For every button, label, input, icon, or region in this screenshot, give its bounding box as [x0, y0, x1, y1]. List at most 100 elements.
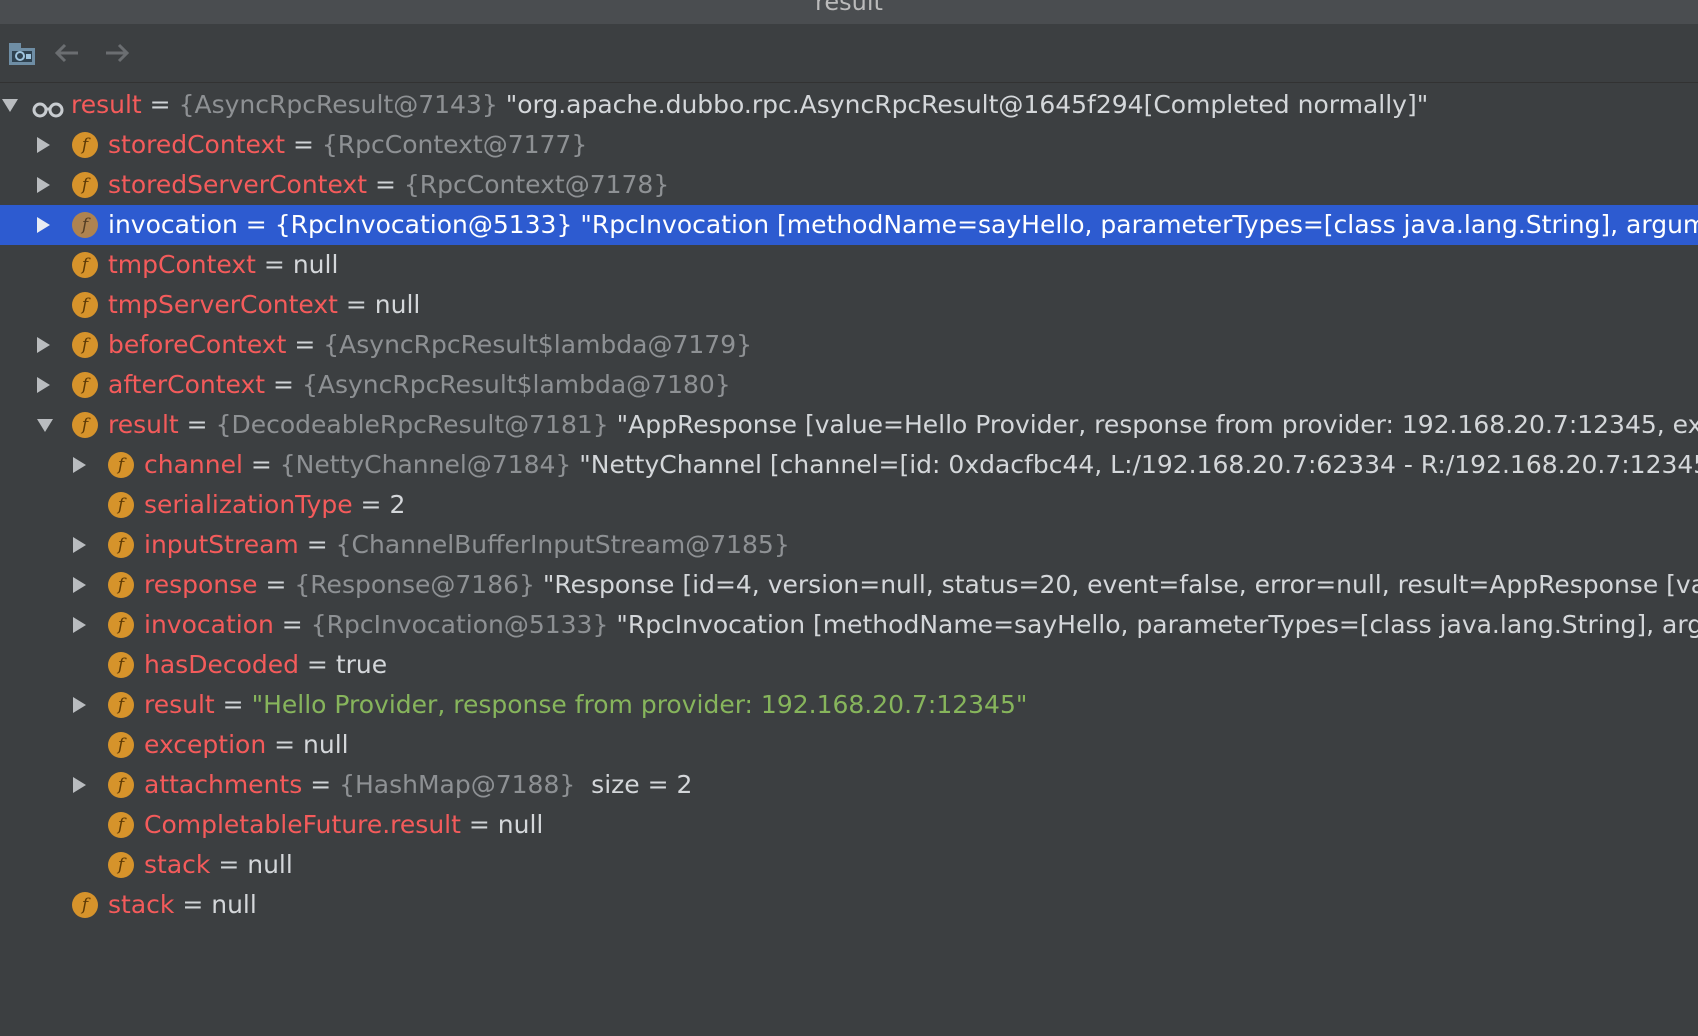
- back-arrow-icon[interactable]: [50, 36, 84, 70]
- field-name: response: [144, 570, 258, 599]
- expand-arrow-icon[interactable]: [67, 565, 91, 605]
- field-icon: f: [72, 132, 98, 158]
- field-type: {NettyChannel@7184}: [279, 450, 572, 479]
- tree-row-completablefuture-result[interactable]: f CompletableFuture.result = null: [0, 805, 1698, 845]
- field-type: {DecodeableRpcResult@7181}: [215, 410, 609, 439]
- field-type: {RpcInvocation@5133}: [274, 210, 573, 239]
- tree-row-stack-nested[interactable]: f stack = null: [0, 845, 1698, 885]
- watch-glasses-icon: [31, 93, 65, 118]
- collapse-arrow-icon[interactable]: [33, 405, 57, 445]
- field-name: CompletableFuture.result: [144, 810, 461, 839]
- expand-arrow-icon[interactable]: [31, 125, 55, 165]
- field-icon: f: [108, 852, 134, 878]
- field-name: stack: [108, 890, 175, 919]
- tree-row-storedServerContext[interactable]: f storedServerContext = {RpcContext@7178…: [0, 165, 1698, 205]
- tree-row-invocation-nested[interactable]: f invocation = {RpcInvocation@5133} "Rpc…: [0, 605, 1698, 645]
- field-value: null: [497, 810, 544, 839]
- field-icon: f: [72, 212, 98, 238]
- field-value: null: [211, 890, 257, 919]
- expand-arrow-icon[interactable]: [31, 205, 55, 245]
- field-type: {ChannelBufferInputStream@7185}: [335, 530, 790, 559]
- tree-row-exception[interactable]: f exception = null: [0, 725, 1698, 765]
- field-value: null: [292, 250, 339, 279]
- field-icon: f: [108, 732, 134, 758]
- toolbar: [0, 24, 1698, 83]
- expand-arrow-icon[interactable]: [31, 165, 55, 205]
- title-bar: result: [0, 0, 1698, 24]
- watch-frame-icon[interactable]: [5, 36, 39, 70]
- field-icon: f: [108, 572, 134, 598]
- tree-row-channel[interactable]: f channel = {NettyChannel@7184} "NettyCh…: [0, 445, 1698, 485]
- field-icon: f: [108, 492, 134, 518]
- field-type: {AsyncRpcResult$lambda@7180}: [301, 370, 731, 399]
- field-name: exception: [144, 730, 267, 759]
- field-value: 2: [389, 490, 406, 519]
- tree-row-tmpContext[interactable]: f tmpContext = null: [0, 245, 1698, 285]
- field-type: {RpcContext@7178}: [403, 170, 670, 199]
- field-icon: f: [108, 532, 134, 558]
- field-name: attachments: [144, 770, 303, 799]
- tree-row-invocation-selected[interactable]: f invocation = {RpcInvocation@5133} "Rpc…: [0, 205, 1698, 245]
- field-name: result: [71, 90, 142, 119]
- field-value: true: [335, 650, 388, 679]
- field-name: beforeContext: [108, 330, 287, 359]
- field-icon: f: [72, 172, 98, 198]
- field-type: {RpcContext@7177}: [321, 130, 588, 159]
- field-name: tmpContext: [108, 250, 256, 279]
- collapse-arrow-icon[interactable]: [0, 85, 22, 125]
- field-icon: f: [108, 652, 134, 678]
- tree-row-serializationType[interactable]: f serializationType = 2: [0, 485, 1698, 525]
- field-icon: f: [108, 812, 134, 838]
- field-value: null: [247, 850, 293, 879]
- expand-arrow-icon[interactable]: [31, 365, 55, 405]
- string-value: "Hello Provider, response from provider:…: [251, 690, 1028, 719]
- field-value: "NettyChannel [channel=[id: 0xdacfbc44, …: [571, 450, 1698, 479]
- expand-arrow-icon[interactable]: [31, 325, 55, 365]
- tree-row-storedContext[interactable]: f storedContext = {RpcContext@7177}: [0, 125, 1698, 165]
- tree-row-response[interactable]: f response = {Response@7186} "Response […: [0, 565, 1698, 605]
- expand-arrow-icon[interactable]: [67, 525, 91, 565]
- tree-row-afterContext[interactable]: f afterContext = {AsyncRpcResult$lambda@…: [0, 365, 1698, 405]
- field-value: null: [303, 730, 349, 759]
- field-name: storedContext: [108, 130, 286, 159]
- tree-row-attachments[interactable]: f attachments = {HashMap@7188} size = 2: [0, 765, 1698, 805]
- field-name: hasDecoded: [144, 650, 299, 679]
- expand-arrow-icon[interactable]: [67, 445, 91, 485]
- field-icon: f: [72, 292, 98, 318]
- field-value: "AppResponse [value=Hello Provider, resp…: [608, 410, 1698, 439]
- tree-row-stack[interactable]: f stack = null: [0, 885, 1698, 925]
- tree-row-result-string[interactable]: f result = "Hello Provider, response fro…: [0, 685, 1698, 725]
- field-type: {Response@7186}: [294, 570, 535, 599]
- field-name: afterContext: [108, 370, 266, 399]
- field-name: storedServerContext: [108, 170, 368, 199]
- field-name: tmpServerContext: [108, 290, 338, 319]
- field-name: result: [144, 690, 215, 719]
- tree-row-hasDecoded[interactable]: f hasDecoded = true: [0, 645, 1698, 685]
- tree-row-result-root[interactable]: result = {AsyncRpcResult@7143} "org.apac…: [0, 85, 1698, 125]
- tree-row-tmpServerContext[interactable]: f tmpServerContext = null: [0, 285, 1698, 325]
- field-name: inputStream: [144, 530, 299, 559]
- field-type: {HashMap@7188}: [339, 770, 576, 799]
- field-icon: f: [108, 692, 134, 718]
- field-type: {AsyncRpcResult$lambda@7179}: [323, 330, 753, 359]
- expand-arrow-icon[interactable]: [67, 605, 91, 645]
- field-type: {RpcInvocation@5133}: [310, 610, 609, 639]
- field-name: serializationType: [144, 490, 353, 519]
- field-value: size = 2: [575, 770, 693, 799]
- field-icon: f: [108, 772, 134, 798]
- expand-arrow-icon[interactable]: [67, 685, 91, 725]
- field-icon: f: [72, 892, 98, 918]
- field-value: null: [374, 290, 421, 319]
- forward-arrow-icon[interactable]: [100, 36, 134, 70]
- tree-row-result-decodeable[interactable]: f result = {DecodeableRpcResult@7181} "A…: [0, 405, 1698, 445]
- field-icon: f: [108, 612, 134, 638]
- field-icon: f: [72, 252, 98, 278]
- field-value: "RpcInvocation [methodName=sayHello, par…: [608, 610, 1698, 639]
- tree-row-inputStream[interactable]: f inputStream = {ChannelBufferInputStrea…: [0, 525, 1698, 565]
- field-icon: f: [72, 412, 98, 438]
- debugger-window: result result = {AsyncRpcResult@7143} "o…: [0, 0, 1698, 1036]
- variables-tree: result = {AsyncRpcResult@7143} "org.apac…: [0, 85, 1698, 1036]
- window-title: result: [815, 0, 883, 16]
- tree-row-beforeContext[interactable]: f beforeContext = {AsyncRpcResult$lambda…: [0, 325, 1698, 365]
- expand-arrow-icon[interactable]: [67, 765, 91, 805]
